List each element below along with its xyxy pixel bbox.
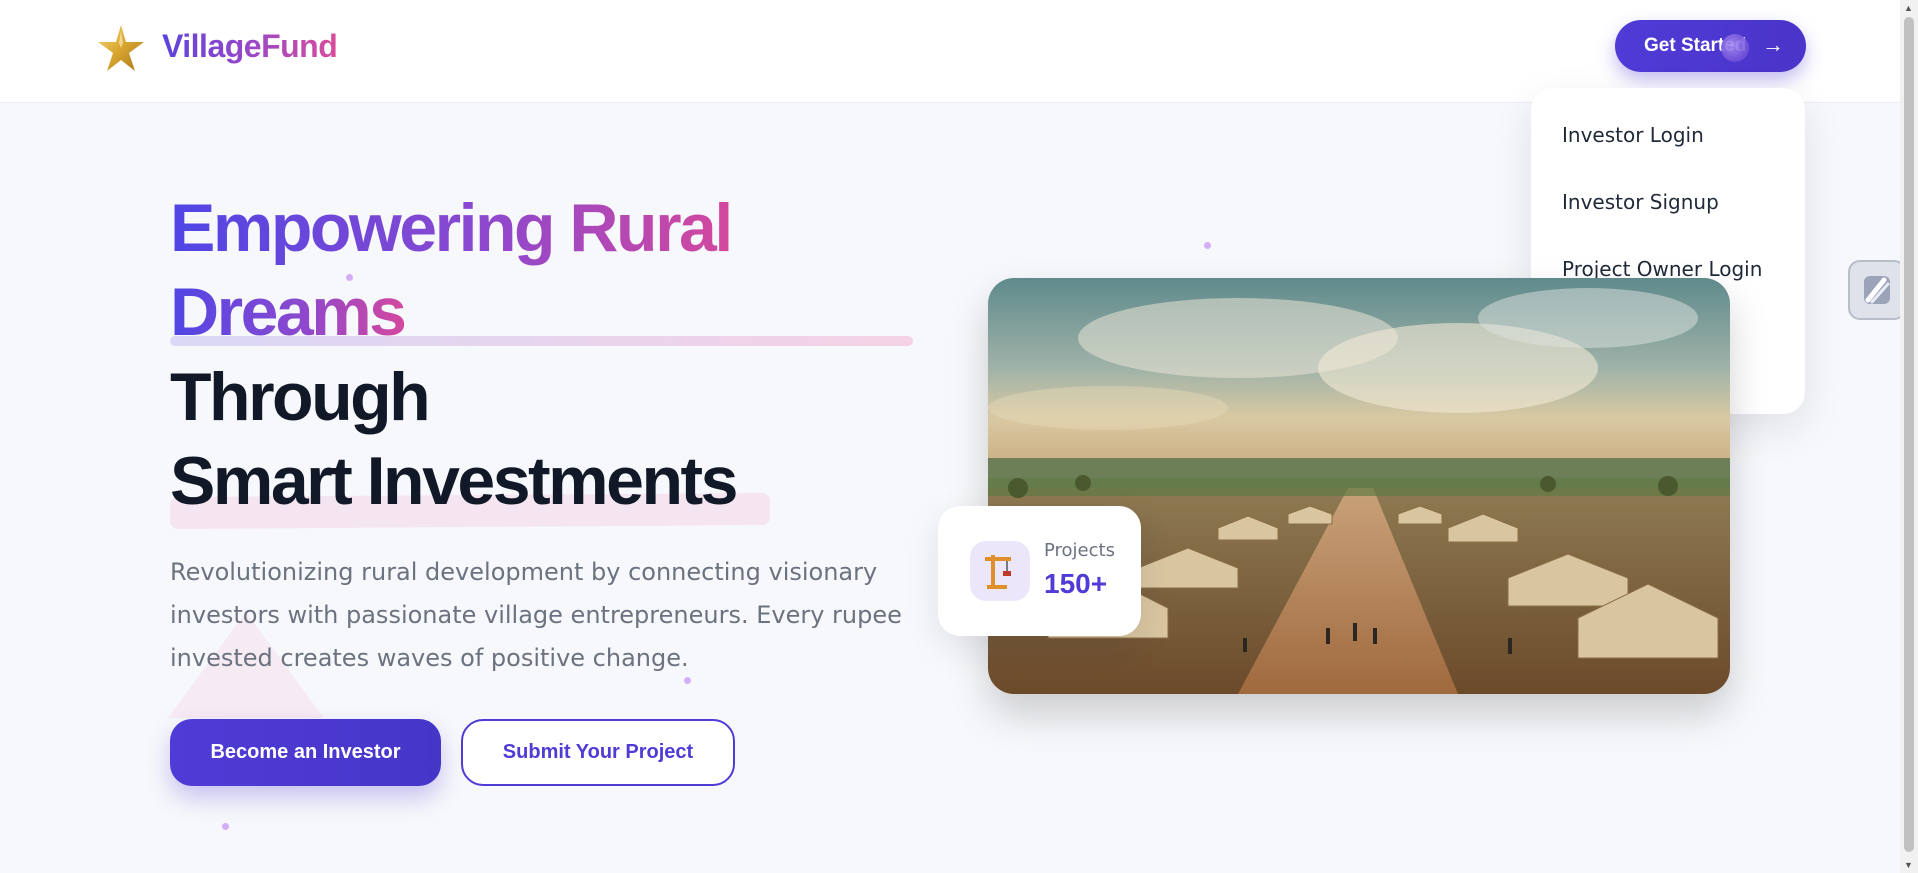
menu-item-investor-login[interactable]: Investor Login [1562, 119, 1704, 151]
projects-stat-card: Projects 150+ [938, 506, 1141, 636]
scrollbar-thumb[interactable] [1904, 17, 1914, 852]
brand-name[interactable]: VillageFund [162, 28, 338, 65]
headline-line-4: Smart Investments [170, 443, 738, 519]
decorative-dot [1204, 242, 1211, 249]
arrow-right-icon: → [1762, 32, 1784, 57]
headline-line-3: Through [170, 359, 431, 435]
stat-value: 150+ [1044, 568, 1108, 599]
construction-crane-icon [970, 541, 1030, 601]
pen-tool-icon [1864, 276, 1890, 304]
floating-tool-widget[interactable] [1848, 260, 1906, 320]
stat-label: Projects [1044, 540, 1115, 561]
scroll-down-icon[interactable]: ▼ [1904, 860, 1913, 870]
get-started-button[interactable]: Get Started → [1615, 20, 1806, 72]
submit-project-button[interactable]: Submit Your Project [461, 719, 735, 786]
headline-line-2: Dreams [170, 274, 407, 350]
scroll-up-icon[interactable]: ▲ [1904, 3, 1913, 13]
headline-line-1: Empowering Rural [170, 190, 733, 266]
star-icon[interactable] [96, 23, 146, 73]
menu-item-investor-signup[interactable]: Investor Signup [1562, 186, 1719, 218]
hero-description: Revolutionizing rural development by con… [170, 558, 902, 672]
become-investor-button[interactable]: Become an Investor [170, 719, 441, 786]
cursor-indicator [1721, 34, 1749, 62]
page-scrollbar[interactable]: ▲ ▼ [1900, 0, 1918, 873]
decorative-dot [222, 823, 229, 830]
